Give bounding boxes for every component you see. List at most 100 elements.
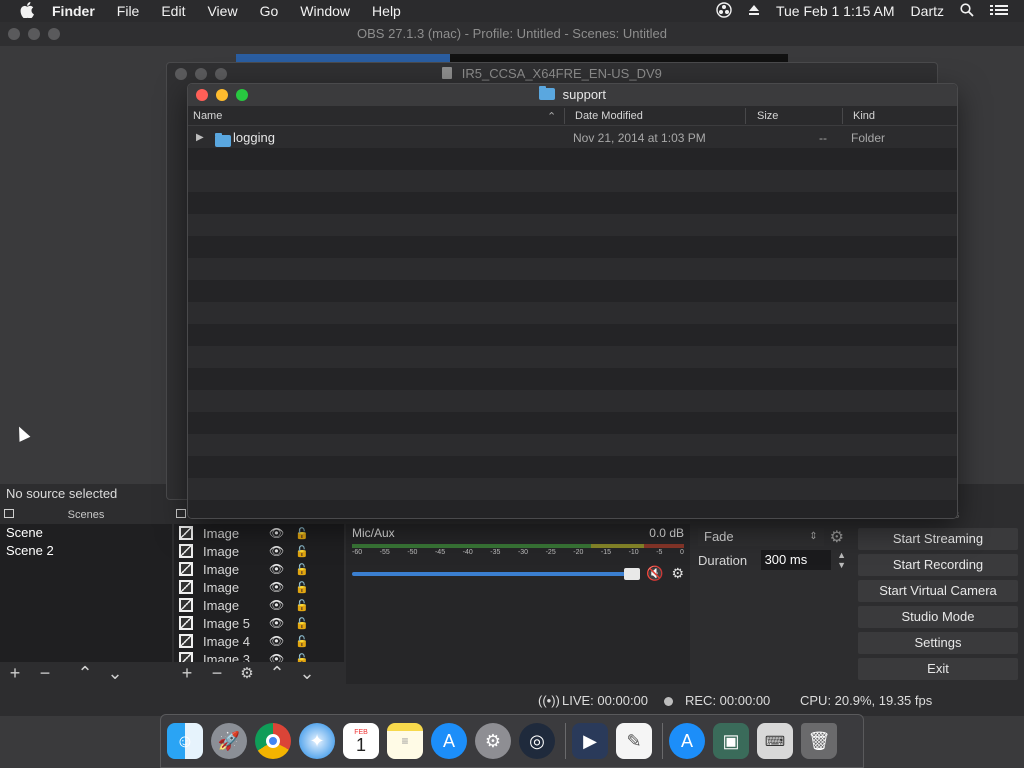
obs-icon[interactable]: ◎	[519, 723, 555, 759]
source-item[interactable]: Image 👁 🔓	[174, 524, 344, 542]
menu-help[interactable]: Help	[372, 3, 401, 19]
mixer-settings-gear-icon[interactable]: ⚙	[671, 565, 684, 582]
launchpad-icon[interactable]: 🚀	[211, 723, 247, 759]
menu-go[interactable]: Go	[260, 3, 279, 19]
source-item[interactable]: Image 👁 🔓	[174, 542, 344, 560]
dock-float-icon[interactable]	[176, 509, 186, 518]
source-item[interactable]: Image 👁 🔓	[174, 596, 344, 614]
scene-item[interactable]: Scene 2	[0, 542, 172, 560]
source-item[interactable]: Image 3 👁 🔓	[174, 650, 344, 662]
start-streaming-button[interactable]: Start Streaming	[858, 528, 1018, 550]
remove-scene-button[interactable]: −	[30, 663, 60, 684]
trash-icon[interactable]: 🗑	[801, 723, 837, 759]
obs-status-icon[interactable]	[716, 1, 732, 21]
meter-scale: -60 -55 -50 -45 -40 -35 -30 -25 -20 -15 -10 -5 0	[352, 549, 684, 556]
lock-icon[interactable]: 🔓	[295, 527, 309, 540]
visibility-eye-icon[interactable]: 👁	[269, 652, 295, 662]
add-scene-button[interactable]: +	[0, 663, 30, 684]
menu-edit[interactable]: Edit	[161, 3, 185, 19]
player-icon[interactable]: ▶	[572, 723, 608, 759]
control-center-icon[interactable]	[990, 3, 1008, 20]
remove-source-button[interactable]: −	[202, 663, 232, 684]
eject-icon[interactable]	[748, 3, 760, 19]
visibility-eye-icon[interactable]: 👁	[269, 598, 295, 612]
move-source-down-button[interactable]: ⌄	[292, 663, 322, 684]
source-item[interactable]: Image 5 👁 🔓	[174, 614, 344, 632]
source-item[interactable]: Image 4 👁 🔓	[174, 632, 344, 650]
source-item[interactable]: Image 👁 🔓	[174, 578, 344, 596]
transition-select[interactable]: Fade ⇕	[698, 528, 824, 546]
mute-speaker-icon[interactable]: 🔇	[646, 565, 663, 582]
obs-close-button[interactable]	[8, 28, 20, 40]
system-preferences-icon[interactable]: ⚙	[475, 723, 511, 759]
duration-stepper[interactable]: ▲ ▼	[837, 550, 846, 570]
settings-button[interactable]: Settings	[858, 632, 1018, 654]
finder-icon[interactable]: ☺	[167, 723, 203, 759]
add-source-button[interactable]: +	[172, 663, 202, 684]
source-properties-gear-icon[interactable]: ⚙	[232, 664, 262, 682]
sort-ascending-icon[interactable]: ⌃	[547, 110, 556, 123]
lock-icon[interactable]: 🔓	[295, 635, 309, 648]
duration-input[interactable]: 300 ms	[760, 550, 832, 570]
start-virtual-camera-button[interactable]: Start Virtual Camera	[858, 580, 1018, 602]
menu-file[interactable]: File	[117, 3, 140, 19]
volume-slider-handle[interactable]	[624, 567, 640, 580]
move-source-up-button[interactable]: ⌃	[262, 663, 292, 684]
menu-view[interactable]: View	[207, 3, 237, 19]
move-scene-down-button[interactable]: ⌄	[100, 663, 130, 684]
finder-close-button[interactable]	[196, 89, 208, 101]
finder-minimize-button[interactable]	[216, 89, 228, 101]
notes-icon[interactable]: ≡	[387, 723, 423, 759]
spotlight-search-icon[interactable]	[960, 2, 974, 20]
obs-zoom-button[interactable]	[48, 28, 60, 40]
duration-label: Duration	[698, 552, 748, 568]
file-row[interactable]: ▶ logging Nov 21, 2014 at 1:03 PM -- Fol…	[188, 126, 957, 148]
menu-window[interactable]: Window	[300, 3, 350, 19]
start-recording-button[interactable]: Start Recording	[858, 554, 1018, 576]
calendar-icon[interactable]: FEB 1	[343, 723, 379, 759]
apple-menu-icon[interactable]	[20, 1, 38, 21]
visibility-eye-icon[interactable]: 👁	[269, 544, 295, 558]
finder-back-minimize-button[interactable]	[195, 68, 207, 80]
lock-icon[interactable]: 🔓	[295, 599, 309, 612]
finder-window: support Name ⌃ Date Modified Size Kind ▶…	[187, 83, 958, 519]
move-scene-up-button[interactable]: ⌃	[70, 663, 100, 684]
textedit-icon[interactable]: ✎	[616, 723, 652, 759]
preview-icon[interactable]: ▣	[713, 723, 749, 759]
lock-icon[interactable]: 🔓	[295, 563, 309, 576]
visibility-eye-icon[interactable]: 👁	[269, 562, 295, 576]
lock-icon[interactable]: 🔓	[295, 653, 309, 663]
visibility-eye-icon[interactable]: 👁	[269, 634, 295, 648]
chrome-icon[interactable]	[255, 723, 291, 759]
column-name[interactable]: Name	[193, 110, 222, 122]
transition-settings-gear-icon[interactable]: ⚙	[830, 527, 844, 547]
visibility-eye-icon[interactable]: 👁	[269, 526, 295, 540]
column-kind[interactable]: Kind	[853, 110, 875, 122]
visibility-eye-icon[interactable]: 👁	[269, 616, 295, 630]
lock-icon[interactable]: 🔓	[295, 545, 309, 558]
menubar-user[interactable]: Dartz	[911, 3, 944, 19]
menubar-clock[interactable]: Tue Feb 1 1:15 AM	[776, 3, 895, 19]
menu-app-finder[interactable]: Finder	[52, 3, 95, 19]
keyboard-icon[interactable]: ⌨	[757, 723, 793, 759]
lock-icon[interactable]: 🔓	[295, 617, 309, 630]
dock-float-icon[interactable]	[4, 509, 14, 518]
scene-item[interactable]: Scene	[0, 524, 172, 542]
safari-icon[interactable]: ✦	[299, 723, 335, 759]
studio-mode-button[interactable]: Studio Mode	[858, 606, 1018, 628]
disclosure-triangle-icon[interactable]: ▶	[196, 132, 204, 143]
app-store-icon[interactable]: A	[669, 723, 705, 759]
source-item[interactable]: Image 👁 🔓	[174, 560, 344, 578]
finder-zoom-button[interactable]	[236, 89, 248, 101]
audio-level-meter	[352, 544, 684, 548]
exit-button[interactable]: Exit	[858, 658, 1018, 680]
finder-back-zoom-button[interactable]	[215, 68, 227, 80]
volume-slider[interactable]	[352, 567, 640, 580]
finder-back-close-button[interactable]	[175, 68, 187, 80]
column-date-modified[interactable]: Date Modified	[575, 110, 643, 122]
visibility-eye-icon[interactable]: 👁	[269, 580, 295, 594]
column-size[interactable]: Size	[757, 110, 778, 122]
lock-icon[interactable]: 🔓	[295, 581, 309, 594]
app-store-icon[interactable]: A	[431, 723, 467, 759]
obs-minimize-button[interactable]	[28, 28, 40, 40]
